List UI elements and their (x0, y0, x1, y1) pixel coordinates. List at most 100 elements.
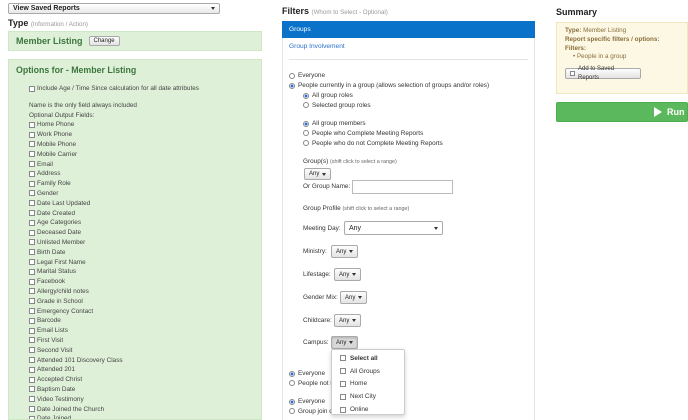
campus-menu-checkbox[interactable] (340, 368, 346, 375)
radio-everyone-2-input[interactable] (289, 370, 295, 377)
optional-field-item[interactable]: First Visit (29, 336, 123, 346)
campus-menu-checkbox[interactable] (340, 406, 346, 413)
optional-field-item[interactable]: Deceased Date (29, 228, 123, 238)
optional-field-checkbox[interactable] (29, 288, 35, 295)
optional-field-checkbox[interactable] (29, 366, 35, 373)
ministry-dropdown[interactable]: Any (331, 245, 359, 258)
optional-field-item[interactable]: Baptism Date (29, 385, 123, 395)
optional-field-item[interactable]: Mobile Carrier (29, 149, 123, 159)
optional-field-item[interactable]: Gender (29, 189, 123, 199)
campus-menu-item[interactable]: All Groups (340, 365, 404, 378)
optional-field-checkbox[interactable] (29, 347, 35, 354)
optional-field-item[interactable]: Facebook (29, 277, 123, 287)
campus-menu-checkbox[interactable] (340, 393, 346, 400)
optional-field-checkbox[interactable] (29, 249, 35, 256)
optional-field-checkbox[interactable] (29, 376, 35, 383)
optional-field-item[interactable]: Attended 101 Discovery Class (29, 355, 123, 365)
optional-field-item[interactable]: Address (29, 169, 123, 179)
radio-people-not-in[interactable]: People not i (289, 379, 332, 389)
radio-everyone-3[interactable]: Everyone (289, 397, 325, 407)
optional-field-checkbox[interactable] (29, 406, 35, 412)
optional-field-checkbox[interactable] (29, 219, 35, 226)
radio-everyone-2[interactable]: Everyone (289, 369, 325, 379)
radio-all-group-members-input[interactable] (303, 120, 309, 127)
optional-field-item[interactable]: Work Phone (29, 130, 123, 140)
radio-group-join[interactable]: Group join d (289, 407, 333, 417)
radio-complete-meeting[interactable]: People who Complete Meeting Reports (303, 129, 423, 139)
optional-field-item[interactable]: Age Categories (29, 218, 123, 228)
optional-field-item[interactable]: Allergy/child notes (29, 287, 123, 297)
radio-all-group-roles-input[interactable] (303, 92, 309, 99)
optional-field-checkbox[interactable] (29, 357, 35, 364)
optional-field-checkbox[interactable] (29, 337, 35, 344)
optional-field-checkbox[interactable] (29, 317, 35, 324)
include-age-checkbox[interactable] (29, 85, 35, 92)
optional-field-checkbox[interactable] (29, 200, 35, 207)
optional-field-item[interactable]: Grade in School (29, 296, 123, 306)
saved-reports-select[interactable]: View Saved Reports (8, 3, 220, 14)
radio-group-join-input[interactable] (289, 408, 295, 415)
optional-field-checkbox[interactable] (29, 131, 35, 138)
optional-field-item[interactable]: Attended 201 (29, 365, 123, 375)
optional-field-checkbox[interactable] (29, 141, 35, 148)
optional-field-item[interactable]: Legal First Name (29, 257, 123, 267)
radio-people-in-group[interactable]: People currently in a group (allows sele… (289, 81, 489, 91)
optional-field-item[interactable]: Unlisted Member (29, 238, 123, 248)
optional-field-item[interactable]: Emergency Contact (29, 306, 123, 316)
optional-field-checkbox[interactable] (29, 298, 35, 305)
optional-field-item[interactable]: Marital Status (29, 267, 123, 277)
childcare-dropdown[interactable]: Any (334, 314, 362, 327)
radio-all-group-roles[interactable]: All group roles (303, 91, 353, 101)
radio-not-complete-meeting-input[interactable] (303, 140, 309, 147)
radio-everyone-3-input[interactable] (289, 398, 295, 405)
optional-field-item[interactable]: Email Lists (29, 326, 123, 336)
optional-field-item[interactable]: Birth Date (29, 247, 123, 257)
radio-people-not-in-input[interactable] (289, 380, 295, 387)
radio-not-complete-meeting[interactable]: People who do not Complete Meeting Repor… (303, 139, 443, 149)
gender-mix-dropdown[interactable]: Any (340, 291, 368, 304)
radio-all-group-members[interactable]: All group members (303, 119, 366, 129)
optional-field-item[interactable]: Video Testimony (29, 394, 123, 404)
include-age-option[interactable]: Include Age / Time Since calculation for… (29, 84, 199, 94)
optional-field-item[interactable]: Date Joined the Church (29, 404, 123, 414)
optional-field-checkbox[interactable] (29, 180, 35, 187)
optional-field-checkbox[interactable] (29, 151, 35, 158)
optional-field-checkbox[interactable] (29, 386, 35, 393)
optional-field-checkbox[interactable] (29, 190, 35, 197)
radio-everyone[interactable]: Everyone (289, 71, 325, 81)
optional-field-item[interactable]: Date Joined (29, 414, 123, 419)
optional-field-checkbox[interactable] (29, 396, 35, 403)
optional-field-item[interactable]: Home Phone (29, 120, 123, 130)
optional-field-checkbox[interactable] (29, 308, 35, 315)
tab-groups[interactable]: Groups (282, 21, 535, 38)
optional-field-checkbox[interactable] (29, 121, 35, 128)
optional-field-checkbox[interactable] (29, 268, 35, 275)
campus-menu-item[interactable]: Next City (340, 390, 404, 403)
groups-any-dropdown[interactable]: Any (304, 168, 332, 180)
radio-selected-group-roles[interactable]: Selected group roles (303, 101, 371, 111)
optional-field-item[interactable]: Email (29, 159, 123, 169)
optional-field-checkbox[interactable] (29, 259, 35, 266)
optional-field-checkbox[interactable] (29, 278, 35, 285)
radio-complete-meeting-input[interactable] (303, 130, 309, 137)
optional-field-checkbox[interactable] (29, 415, 35, 419)
campus-menu-checkbox[interactable] (340, 380, 346, 387)
add-to-saved-reports-button[interactable]: Add to Saved Reports (565, 66, 641, 81)
group-involvement-link[interactable]: Group Involvement (289, 43, 345, 50)
optional-field-checkbox[interactable] (29, 327, 35, 334)
campus-menu-item[interactable]: Select all (340, 352, 404, 365)
optional-field-item[interactable]: Date Last Updated (29, 198, 123, 208)
optional-field-item[interactable]: Mobile Phone (29, 140, 123, 150)
optional-field-item[interactable]: Accepted Christ (29, 375, 123, 385)
optional-field-item[interactable]: Family Role (29, 179, 123, 189)
campus-menu-item[interactable]: Home (340, 378, 404, 391)
lifestage-dropdown[interactable]: Any (334, 268, 362, 281)
optional-field-item[interactable]: Second Visit (29, 345, 123, 355)
meeting-day-select[interactable]: Any (344, 221, 443, 235)
radio-selected-group-roles-input[interactable] (303, 102, 309, 109)
change-button[interactable]: Change (88, 36, 120, 46)
run-button[interactable]: Run C (556, 102, 688, 122)
group-name-input[interactable] (352, 180, 453, 194)
campus-menu-checkbox[interactable] (340, 355, 346, 362)
optional-field-checkbox[interactable] (29, 239, 35, 246)
